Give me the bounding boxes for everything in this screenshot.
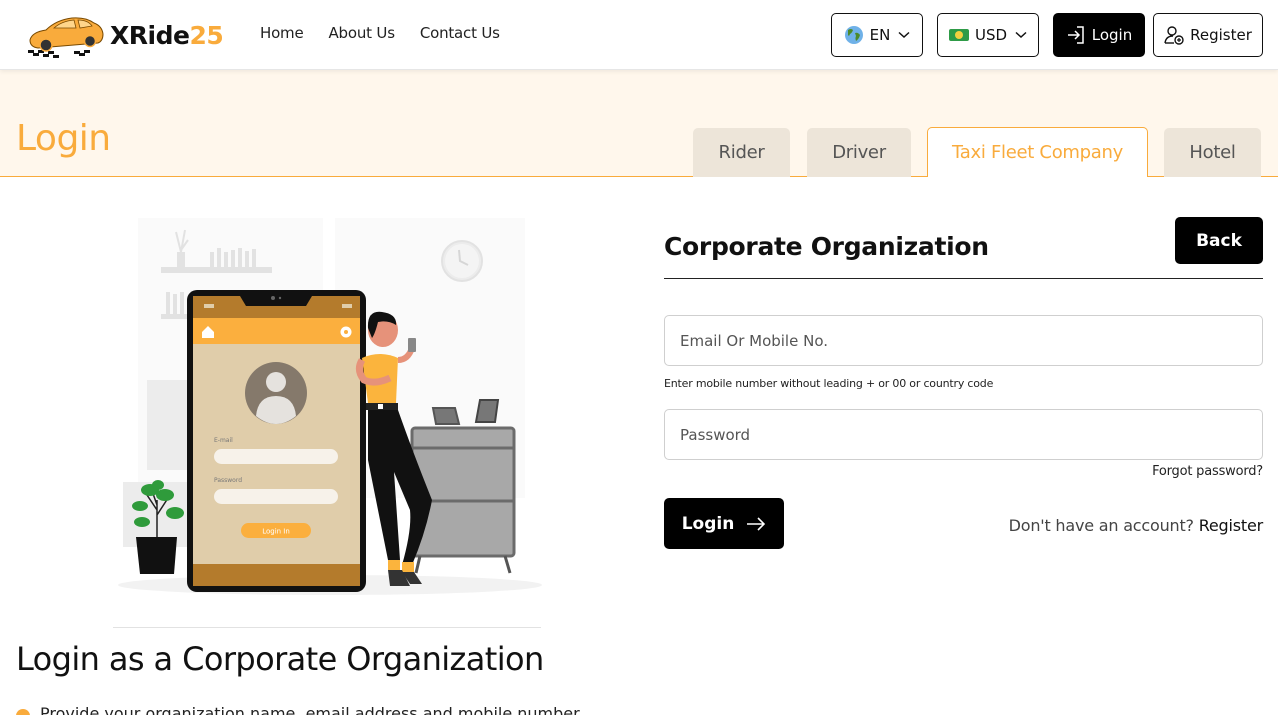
illus-email-label: E-mail (214, 437, 233, 444)
mobile-hint-text: Enter mobile number without leading + or… (664, 377, 994, 390)
header-login-label: Login (1091, 26, 1133, 44)
language-value: EN (869, 26, 891, 44)
site-header: XRide25 Home About Us Contact Us EN USD … (0, 0, 1278, 70)
illus-password-label: Password (214, 477, 242, 484)
login-submit-button[interactable]: Login (664, 498, 784, 549)
back-button[interactable]: Back (1175, 217, 1263, 264)
bullet-text: Provide your organization name, email ad… (40, 704, 580, 715)
login-illustration: E-mail Password Login In (118, 218, 542, 595)
globe-icon (844, 26, 863, 44)
clock-icon (441, 240, 483, 282)
monitor (147, 380, 192, 470)
arrow-right-icon (747, 516, 766, 531)
page-banner: Login Rider Driver Taxi Fleet Company Ho… (0, 70, 1278, 177)
nav-contact-us[interactable]: Contact Us (420, 24, 500, 42)
illus-login-button: Login In (262, 528, 290, 536)
email-or-mobile-input[interactable] (664, 315, 1263, 366)
currency-value: USD (974, 26, 1008, 44)
form-divider (664, 278, 1263, 279)
currency-select[interactable]: USD (937, 13, 1039, 57)
tab-driver[interactable]: Driver (807, 128, 911, 177)
page-title: Login (16, 118, 111, 159)
brand-logo[interactable]: XRide25 (24, 10, 224, 60)
login-submit-label: Login (681, 513, 735, 534)
tab-rider[interactable]: Rider (693, 128, 790, 177)
money-icon (948, 29, 969, 41)
phone-illustration: E-mail Password Login In (187, 290, 366, 592)
section-heading: Login as a Corporate Organization (16, 640, 544, 678)
chevron-down-icon (898, 31, 910, 39)
tab-hotel[interactable]: Hotel (1164, 128, 1261, 177)
main-nav: Home About Us Contact Us (260, 24, 525, 42)
header-register-label: Register (1190, 26, 1252, 44)
password-input[interactable] (664, 409, 1263, 460)
language-select[interactable]: EN (831, 13, 923, 57)
tab-taxi-fleet-company[interactable]: Taxi Fleet Company (927, 127, 1148, 177)
nav-about-us[interactable]: About Us (329, 24, 396, 42)
header-register-button[interactable]: Register (1153, 13, 1263, 57)
register-link[interactable]: Register (1199, 516, 1263, 535)
signup-prompt-text: Don't have an account? (1008, 516, 1194, 535)
header-login-button[interactable]: Login (1053, 13, 1145, 57)
nav-home[interactable]: Home (260, 24, 304, 42)
chevron-down-icon (1015, 31, 1027, 39)
user-add-icon (1164, 26, 1184, 45)
divider (113, 627, 541, 628)
form-title: Corporate Organization (664, 232, 989, 261)
sign-in-icon (1067, 26, 1084, 44)
car-logo-icon (28, 17, 104, 58)
signup-prompt: Don't have an account? Register (1008, 516, 1264, 535)
bullet-icon (16, 709, 30, 715)
brand-name: XRide25 (110, 20, 224, 50)
forgot-password-link[interactable]: Forgot password? (1152, 464, 1263, 479)
